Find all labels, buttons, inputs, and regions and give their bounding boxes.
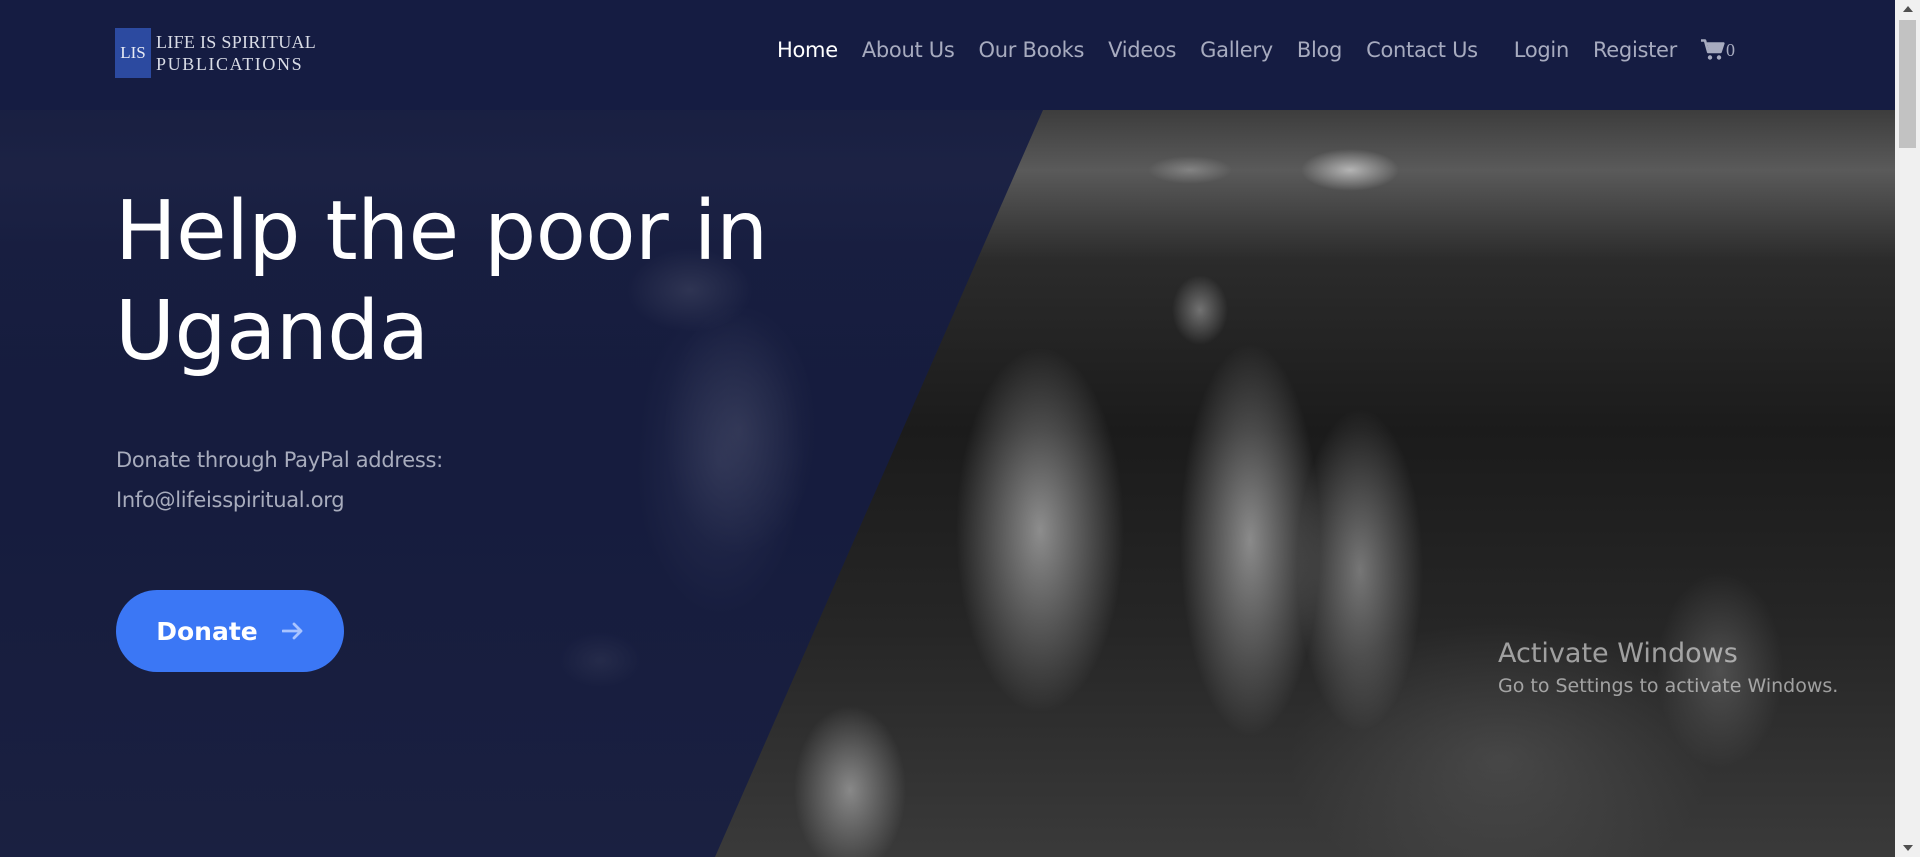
nav-our-books[interactable]: Our Books — [979, 38, 1085, 62]
hero-title-line-2: Uganda — [115, 284, 429, 379]
cart-count: 0 — [1726, 39, 1735, 60]
shopping-cart-icon — [1701, 39, 1725, 61]
watermark-subtitle: Go to Settings to activate Windows. — [1498, 675, 1839, 697]
login-link[interactable]: Login — [1514, 38, 1569, 62]
vertical-scrollbar[interactable] — [1895, 0, 1920, 857]
nav-about-us[interactable]: About Us — [862, 38, 955, 62]
paypal-address: Info@lifeisspiritual.org — [116, 488, 345, 512]
scroll-up-arrow-icon[interactable] — [1895, 0, 1920, 18]
donate-button-label: Donate — [156, 616, 258, 646]
site-header: LIS LIFE IS SPIRITUAL PUBLICATIONS Home … — [0, 0, 1895, 110]
arrow-right-icon — [281, 622, 304, 640]
logo-line-1: LIFE IS SPIRITUAL — [156, 32, 317, 52]
nav-contact-us[interactable]: Contact Us — [1366, 38, 1478, 62]
nav-home[interactable]: Home — [777, 38, 838, 62]
donate-button[interactable]: Donate — [116, 590, 344, 672]
register-link[interactable]: Register — [1593, 38, 1677, 62]
nav-blog[interactable]: Blog — [1297, 38, 1343, 62]
nav-videos[interactable]: Videos — [1108, 38, 1176, 62]
hero-title: Help the poor in Uganda — [115, 182, 875, 382]
cart-button[interactable]: 0 — [1701, 39, 1735, 61]
scroll-thumb[interactable] — [1899, 20, 1916, 148]
logo-line-2: PUBLICATIONS — [156, 54, 304, 74]
nav-gallery[interactable]: Gallery — [1200, 38, 1273, 62]
logo-mark: LIS — [115, 28, 151, 78]
hero-subtitle-line-1: Donate through PayPal address: — [116, 448, 443, 472]
site-logo[interactable]: LIS LIFE IS SPIRITUAL PUBLICATIONS — [115, 28, 316, 78]
logo-text: LIFE IS SPIRITUAL PUBLICATIONS — [156, 31, 316, 75]
hero-title-line-1: Help the poor in — [115, 184, 768, 279]
main-nav: Home About Us Our Books Videos Gallery B… — [777, 38, 1735, 62]
activate-windows-watermark: Activate Windows Go to Settings to activ… — [1498, 637, 1838, 701]
watermark-title: Activate Windows — [1498, 638, 1738, 669]
hero-subtitle: Donate through PayPal address: Info@life… — [116, 440, 443, 520]
scroll-down-arrow-icon[interactable] — [1895, 839, 1920, 857]
